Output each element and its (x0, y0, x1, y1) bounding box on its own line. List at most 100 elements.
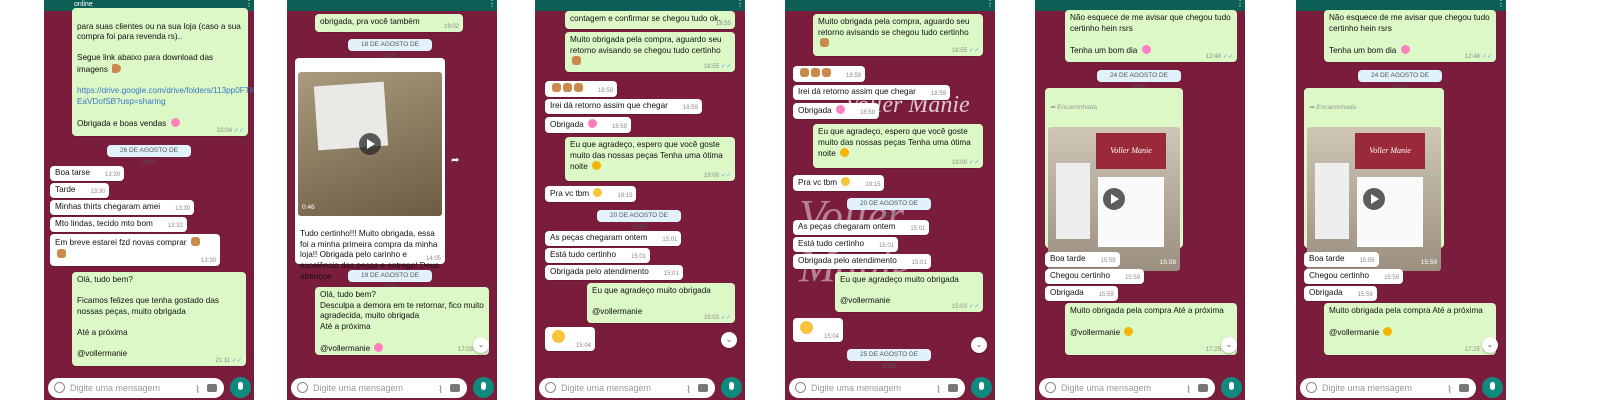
attach-icon[interactable]: ⌇ (1447, 381, 1452, 400)
play-icon[interactable] (1363, 187, 1385, 210)
attach-icon[interactable]: ⌇ (1186, 381, 1191, 400)
forwarded-video-message[interactable]: ➦ Encaminhada Voller Manie 1:34 15:59 (1304, 88, 1444, 271)
camera-icon[interactable] (207, 384, 217, 392)
emoji-icon[interactable] (1306, 382, 1317, 393)
message-outgoing[interactable]: para suas clientes ou na sua loja (caso … (72, 8, 254, 136)
smile-emoji-icon (841, 177, 851, 186)
message-outgoing[interactable]: Muito obrigada pela compra Até a próxima… (1324, 303, 1496, 355)
message-outgoing[interactable]: Muito obrigada pela compra, aguardo seu … (565, 32, 735, 72)
message-input[interactable]: Digite uma mensagem ⌇ (539, 378, 715, 398)
message-incoming[interactable]: Boa tarde 15:59 (1304, 252, 1379, 267)
camera-icon[interactable] (948, 384, 958, 392)
message-incoming[interactable]: Mto lindas, tecido mto bom 13:32 (50, 217, 187, 232)
video-thumbnail[interactable]: Voller Manie 1:34 15:59 (1048, 126, 1180, 271)
chat-header[interactable]: ⋮ (535, 0, 745, 11)
attach-icon[interactable]: ⌇ (686, 381, 691, 400)
heart-emoji-icon (835, 105, 845, 114)
message-incoming[interactable]: Tarde 13:30 (50, 183, 110, 198)
mic-button[interactable] (1221, 377, 1242, 398)
message-incoming[interactable]: Em breve estarei fzd novas comprar 13:30 (50, 234, 220, 266)
message-incoming[interactable]: Está tudo certinho 15:01 (793, 237, 898, 252)
praying-hands-icon (820, 38, 829, 48)
message-incoming[interactable]: Obrigada 15:59 (1304, 286, 1377, 301)
scroll-down-icon[interactable]: ⌄ (1221, 337, 1237, 353)
message-outgoing[interactable]: contagem e confirmar se chegou tudo ok. 1… (565, 11, 735, 29)
menu-icon[interactable]: ⋮ (488, 0, 496, 9)
menu-icon[interactable]: ⋮ (1497, 0, 1505, 9)
message-input[interactable]: Digite uma mensagem ⌇ (1039, 378, 1215, 398)
message-outgoing[interactable]: obrigada, pra você também 19:02 (315, 14, 463, 32)
message-incoming[interactable]: Obrigada pelo atendimento 15:01 (793, 254, 931, 269)
message-incoming[interactable]: Minhas thirts chegaram amei 13:30 (50, 200, 195, 215)
play-icon[interactable] (359, 132, 381, 155)
scroll-down-icon[interactable]: ⌄ (971, 337, 987, 353)
message-incoming[interactable]: Pra vc tbm 19:15 (793, 175, 885, 191)
forward-icon[interactable]: ➦ (451, 155, 465, 169)
message-incoming[interactable]: Chegou certinho 15:59 (1304, 269, 1404, 284)
message-incoming[interactable]: Obrigada 18:59 (793, 103, 879, 119)
mic-button[interactable] (721, 377, 742, 398)
message-outgoing[interactable]: Eu que agradeço muito obrigada @vollerma… (835, 272, 983, 312)
message-outgoing[interactable]: Eu que agradeço muito obrigada @vollerma… (587, 283, 735, 323)
mic-button[interactable] (230, 377, 251, 398)
menu-icon[interactable]: ⋮ (1236, 0, 1244, 9)
mic-button[interactable] (473, 377, 494, 398)
message-input[interactable]: Digite uma mensagem ⌇ (48, 378, 224, 398)
message-outgoing[interactable]: Muito obrigada pela compra Até a próxima… (1065, 303, 1237, 355)
message-incoming[interactable]: Pra vc tbm 19:15 (545, 186, 637, 202)
message-incoming[interactable]: Está tudo certinho 15:01 (545, 248, 650, 263)
mic-button[interactable] (1482, 377, 1503, 398)
message-incoming[interactable]: Obrigada 18:59 (545, 117, 631, 133)
mic-button[interactable] (971, 377, 992, 398)
camera-icon[interactable] (1198, 384, 1208, 392)
emoji-icon[interactable] (1045, 382, 1056, 393)
message-incoming[interactable]: Boa tarse 13:30 (50, 166, 125, 181)
camera-icon[interactable] (698, 384, 708, 392)
message-outgoing[interactable]: Não esquece de me avisar que chegou tudo… (1065, 10, 1237, 62)
message-incoming[interactable]: As peças chegaram ontem 15:01 (793, 220, 930, 235)
drive-link[interactable]: https://drive.google.com/drive/folders/1… (77, 86, 254, 106)
scroll-down-icon[interactable]: ⌄ (1482, 337, 1498, 353)
emoji-icon[interactable] (297, 382, 308, 393)
clap-emoji-icon (800, 68, 809, 77)
menu-icon[interactable]: ⋮ (736, 0, 744, 9)
camera-icon[interactable] (450, 384, 460, 392)
message-incoming[interactable]: 15:04 (793, 318, 843, 342)
message-incoming[interactable]: 18:59 (793, 66, 865, 82)
chat-header[interactable]: ⋮ (287, 0, 497, 11)
message-incoming[interactable]: Chegou certinho 15:59 (1045, 269, 1145, 284)
message-outgoing[interactable]: Olá, tudo bem? Ficamos felizes que tenha… (72, 272, 246, 366)
emoji-icon[interactable] (54, 382, 65, 393)
emoji-icon[interactable] (545, 382, 556, 393)
message-incoming[interactable]: Irei dá retorno assim que chegar 18:59 (545, 99, 702, 114)
attach-icon[interactable]: ⌇ (195, 381, 200, 400)
emoji-icon[interactable] (795, 382, 806, 393)
video-message[interactable]: 0:46 Tudo certinho!!! Muito obrigada, es… (295, 58, 445, 281)
message-input[interactable]: Digite uma mensagem ⌇ (1300, 378, 1476, 398)
message-incoming[interactable]: 15:04 (545, 327, 595, 351)
message-incoming[interactable]: Irei dá retorno assim que chegar 18:59 (793, 85, 950, 100)
message-incoming[interactable]: As peças chegaram ontem 15:01 (545, 231, 682, 246)
scroll-down-icon[interactable]: ⌄ (473, 337, 489, 353)
scroll-down-icon[interactable]: ⌄ (721, 332, 737, 348)
video-thumbnail[interactable]: Voller Manie 1:34 15:59 (1307, 126, 1441, 271)
message-outgoing[interactable]: Não esquece de me avisar que chegou tudo… (1324, 10, 1496, 62)
message-incoming[interactable]: Obrigada 15:59 (1045, 286, 1118, 301)
message-outgoing[interactable]: Muito obrigada pela compra, aguardo seu … (813, 14, 983, 56)
message-input[interactable]: Digite uma mensagem ⌇ (789, 378, 965, 398)
video-thumbnail[interactable]: 0:46 (298, 71, 442, 216)
message-outgoing[interactable]: Eu que agradeço, espero que você goste m… (813, 124, 983, 168)
message-incoming[interactable]: Boa tarde 15:59 (1045, 252, 1120, 267)
attach-icon[interactable]: ⌇ (936, 381, 941, 400)
forwarded-video-message[interactable]: ➦ Encaminhada Voller Manie 1:34 15:59 (1045, 88, 1183, 271)
message-incoming[interactable]: 18:59 (545, 81, 617, 97)
message-input[interactable]: Digite uma mensagem ⌇ (291, 378, 467, 398)
chat-header[interactable]: ⋮ (785, 0, 995, 11)
message-outgoing[interactable]: Olá, tudo bem? Desculpa a demora em te r… (315, 287, 489, 355)
attach-icon[interactable]: ⌇ (438, 381, 443, 400)
play-icon[interactable] (1103, 187, 1125, 210)
message-incoming[interactable]: Obrigada pelo atendimento 15:01 (545, 265, 683, 280)
camera-icon[interactable] (1459, 384, 1469, 392)
message-outgoing[interactable]: Eu que agradeço, espero que você goste m… (565, 137, 735, 181)
menu-icon[interactable]: ⋮ (986, 0, 994, 9)
